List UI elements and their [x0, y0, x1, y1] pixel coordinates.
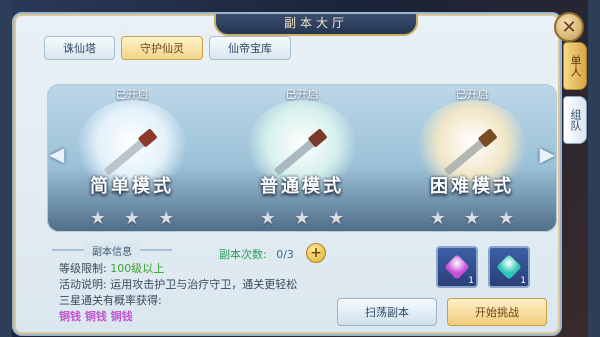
info-header-label: 副本信息: [84, 242, 140, 258]
mode-name: 普通模式: [260, 176, 344, 197]
start-challenge-button[interactable]: 开始挑战: [447, 298, 547, 326]
reward-qty: 1: [520, 276, 526, 286]
tab-solo[interactable]: 单人: [563, 42, 587, 90]
close-icon[interactable]: ✕: [554, 12, 584, 42]
description-value: 运用攻击护卫与治疗守卫，通关更轻松: [110, 278, 298, 291]
sweep-button[interactable]: 扫荡副本: [337, 298, 437, 326]
star-icon: ★: [293, 208, 311, 229]
three-star-label: 三星通关有概率获得:: [59, 294, 162, 307]
level-limit-row: 等级限制: 100级以上: [59, 261, 297, 277]
level-value: 100级以上: [110, 262, 165, 275]
description-row: 活动说明: 运用攻击护卫与治疗守卫，通关更轻松: [59, 277, 297, 293]
star-icon: ★: [259, 208, 276, 229]
side-tabs: 单人 组队: [563, 42, 587, 144]
window-title: 副本大厅: [214, 14, 418, 36]
mode-card-easy[interactable]: 已开启 简单模式 ★ ★ ★: [47, 84, 217, 232]
run-count-label: 副本次数:: [219, 248, 267, 261]
background-left-edge: [0, 0, 12, 337]
info-header: 副本信息: [52, 242, 172, 258]
mode-name: 困难模式: [430, 176, 514, 197]
three-star-rewards: 铜钱 铜钱 铜钱: [59, 310, 133, 323]
star-icon: ★: [158, 208, 175, 229]
run-count: 副本次数: 0/3: [219, 246, 294, 262]
level-label: 等级限制:: [59, 262, 107, 275]
star-icon: ★: [429, 208, 446, 229]
mode-card-normal[interactable]: 已开启 普通模式 ★ ★ ★: [217, 84, 387, 232]
mode-selection-stage: ◀ ▶ 已开启 简单模式 ★ ★ ★ 已开启 普通模式 ★ ★ ★ 已开启 困难…: [47, 84, 557, 232]
reward-item[interactable]: 1: [436, 246, 478, 288]
star-rating: ★ ★ ★: [47, 208, 217, 229]
top-tabs: 诛仙塔 守护仙灵 仙帝宝库: [44, 36, 291, 60]
reward-qty: 1: [468, 276, 474, 286]
mode-name: 简单模式: [90, 176, 174, 197]
star-icon: ★: [328, 208, 345, 229]
run-count-value: 0/3: [276, 248, 294, 261]
purple-gem-icon: [444, 254, 470, 280]
star-rating: ★ ★ ★: [217, 208, 387, 229]
reward-item[interactable]: 1: [488, 246, 530, 288]
mode-card-hard[interactable]: 已开启 困难模式 ★ ★ ★: [387, 84, 557, 232]
tab-zhuxian-tower[interactable]: 诛仙塔: [44, 36, 115, 60]
add-count-button[interactable]: +: [306, 243, 326, 263]
tab-immortal-treasury[interactable]: 仙帝宝库: [209, 36, 291, 60]
dungeon-hall-panel: 副本大厅 ✕ 诛仙塔 守护仙灵 仙帝宝库 ◀ ▶ 已开启 简单模式 ★ ★ ★ …: [12, 12, 584, 336]
star-icon: ★: [498, 208, 515, 229]
dungeon-info: 等级限制: 100级以上 活动说明: 运用攻击护卫与治疗守卫，通关更轻松 三星通…: [59, 261, 297, 325]
star-icon: ★: [463, 208, 481, 229]
description-label: 活动说明:: [59, 278, 107, 291]
star-icon: ★: [123, 208, 141, 229]
star-icon: ★: [89, 208, 106, 229]
star-rating: ★ ★ ★: [387, 208, 557, 229]
teal-gem-icon: [496, 254, 522, 280]
background-right-edge: [588, 0, 600, 337]
tab-guardian-spirit[interactable]: 守护仙灵: [121, 36, 203, 60]
tab-team[interactable]: 组队: [563, 96, 587, 144]
